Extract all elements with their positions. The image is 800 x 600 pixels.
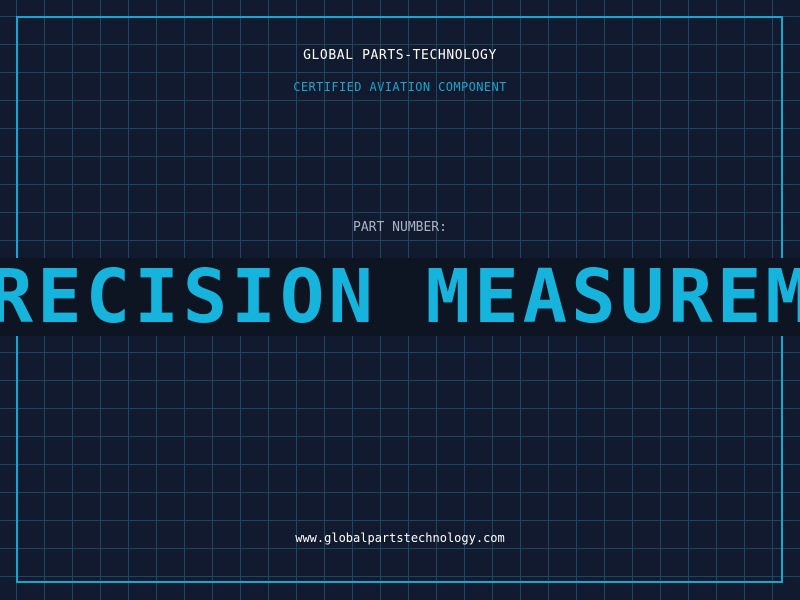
website-url: www.globalpartstechnology.com [295,531,505,545]
part-number-label: PART NUMBER: [353,220,447,235]
company-name: GLOBAL PARTS-TECHNOLOGY [303,48,497,63]
part-number-banner: PRECISION MEASUREMENT TOOL [0,258,800,336]
certification-tagline: CERTIFIED AVIATION COMPONENT [293,80,507,94]
part-number-text: PRECISION MEASUREMENT TOOL [0,258,800,336]
